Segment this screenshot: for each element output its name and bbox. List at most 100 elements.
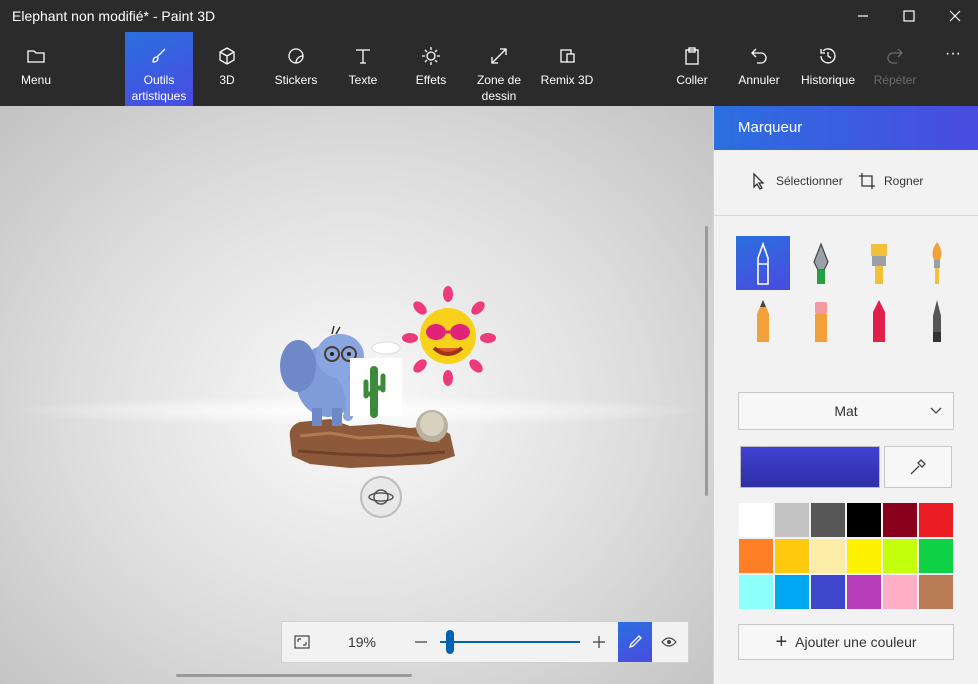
close-button[interactable] — [932, 0, 978, 32]
current-color-swatch[interactable] — [740, 446, 880, 488]
close-icon — [949, 10, 961, 22]
brush-panel: Marqueur Sélectionner Rogner Mat + Ajout… — [713, 106, 978, 684]
zoom-value: 19% — [347, 634, 377, 650]
sun-sticker — [402, 286, 496, 386]
color-swatch[interactable] — [810, 574, 846, 610]
brush-grid — [736, 236, 966, 364]
color-swatch[interactable] — [846, 538, 882, 574]
color-swatch[interactable] — [882, 538, 918, 574]
horizontal-scrollbar[interactable] — [176, 674, 412, 677]
fit-to-screen-button[interactable] — [282, 622, 322, 662]
brush-icon — [152, 48, 166, 63]
color-swatch[interactable] — [810, 538, 846, 574]
hedgehog — [416, 410, 448, 442]
more-button[interactable]: ··· — [936, 32, 970, 106]
add-color-button[interactable]: + Ajouter une couleur — [738, 624, 954, 660]
tab-text[interactable]: Texte — [340, 32, 386, 106]
brush-oil-brush[interactable] — [852, 236, 906, 290]
panel-title: Marqueur — [714, 106, 978, 150]
panel-actions: Sélectionner Rogner — [714, 150, 978, 216]
color-swatch[interactable] — [810, 502, 846, 538]
pen-icon — [628, 635, 642, 649]
zoom-slider[interactable] — [440, 622, 580, 662]
color-swatch[interactable] — [738, 502, 774, 538]
brush-eraser[interactable] — [794, 294, 848, 348]
canvas-area[interactable]: 19% — [0, 106, 713, 684]
color-palette — [738, 502, 954, 610]
tab-brushes-label: Outils artistiques — [131, 73, 187, 103]
history-icon — [820, 48, 836, 64]
orbit-control[interactable] — [360, 476, 402, 518]
minus-icon — [415, 641, 427, 643]
more-icon: ··· — [945, 45, 961, 62]
tab-remix3d[interactable]: Remix 3D — [538, 32, 596, 106]
color-swatch[interactable] — [882, 574, 918, 610]
tab-3d[interactable]: 3D — [203, 32, 251, 106]
brush-pencil[interactable] — [736, 294, 790, 348]
cube-icon — [219, 47, 235, 65]
zoom-in-button[interactable] — [580, 622, 618, 662]
eraser-icon — [815, 302, 827, 342]
brush-calligraphy-pen[interactable] — [794, 236, 848, 290]
vertical-scrollbar[interactable] — [705, 226, 708, 496]
zoom-slider-thumb[interactable] — [445, 630, 454, 654]
window-title: Elephant non modifié* - Paint 3D — [12, 8, 216, 24]
color-swatch[interactable] — [774, 538, 810, 574]
brush-crayon[interactable] — [852, 294, 906, 348]
tab-3d-label: 3D — [219, 73, 235, 87]
color-swatch[interactable] — [882, 502, 918, 538]
redo-icon — [887, 48, 903, 64]
undo-label: Annuler — [738, 73, 780, 87]
color-swatch[interactable] — [774, 574, 810, 610]
color-swatch[interactable] — [738, 574, 774, 610]
draw-mode-button[interactable] — [618, 622, 652, 662]
brush-watercolor[interactable] — [910, 236, 964, 290]
paste-button[interactable]: Coller — [668, 32, 716, 106]
clipboard-icon — [685, 47, 699, 65]
maximize-button[interactable] — [886, 0, 932, 32]
crop-button[interactable]: Rogner — [858, 172, 923, 190]
round-brush-icon — [932, 242, 942, 284]
flat-brush-icon — [871, 244, 887, 284]
color-swatch[interactable] — [846, 502, 882, 538]
tab-canvas-label: Zone de dessin — [476, 73, 522, 103]
zoom-slider-track — [440, 641, 580, 643]
tab-stickers-label: Stickers — [274, 73, 318, 87]
crayon-icon — [873, 300, 885, 342]
fountain-pen-icon — [813, 242, 829, 284]
title-bar: Elephant non modifié* - Paint 3D — [0, 0, 978, 32]
folder-icon — [27, 50, 45, 63]
crop-icon — [859, 173, 875, 189]
zoom-out-button[interactable] — [402, 622, 440, 662]
redo-button[interactable]: Répéter — [870, 32, 920, 106]
color-swatch[interactable] — [918, 502, 954, 538]
finish-dropdown[interactable]: Mat — [738, 392, 954, 430]
color-swatch[interactable] — [918, 538, 954, 574]
brush-marker[interactable] — [736, 236, 790, 290]
menu-label: Menu — [20, 73, 52, 87]
zoom-bar: 19% — [281, 621, 689, 663]
color-swatch[interactable] — [846, 574, 882, 610]
undo-icon — [751, 48, 767, 64]
select-button[interactable]: Sélectionner — [750, 172, 843, 190]
tab-brushes[interactable]: Outils artistiques — [125, 32, 193, 106]
eyedropper-button[interactable] — [884, 446, 952, 488]
color-swatch[interactable] — [738, 538, 774, 574]
undo-button[interactable]: Annuler — [732, 32, 786, 106]
paste-label: Coller — [676, 73, 708, 87]
color-swatch[interactable] — [774, 502, 810, 538]
color-swatch[interactable] — [918, 574, 954, 610]
finish-value: Mat — [834, 403, 858, 419]
tab-stickers[interactable]: Stickers — [268, 32, 324, 106]
view-mode-button[interactable] — [652, 622, 686, 662]
menu-button[interactable]: Menu — [10, 32, 62, 106]
resize-canvas-icon — [491, 48, 507, 64]
history-button[interactable]: Historique — [798, 32, 858, 106]
add-color-label: Ajouter une couleur — [795, 634, 917, 650]
brush-pixel-pen[interactable] — [910, 294, 964, 348]
eyedropper-icon — [910, 459, 926, 475]
minimize-button[interactable] — [840, 0, 886, 32]
tab-canvas[interactable]: Zone de dessin — [472, 32, 526, 106]
toolbar: Menu Outils artistiques 3D Stickers Text… — [0, 32, 978, 106]
tab-effects[interactable]: Effets — [408, 32, 454, 106]
